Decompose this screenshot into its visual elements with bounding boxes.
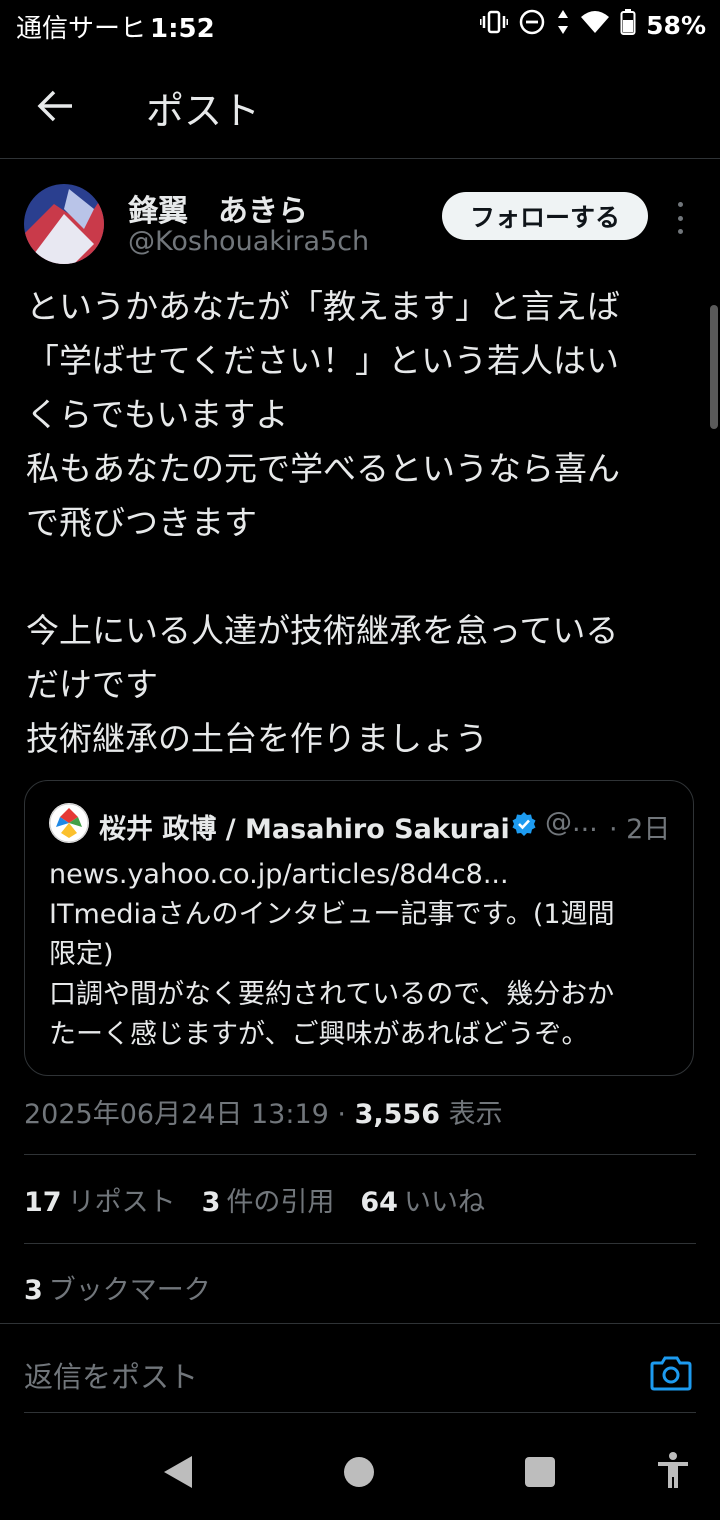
likes-stat[interactable]: 64 いいね <box>360 1180 485 1219</box>
nav-back-button[interactable] <box>162 1455 194 1493</box>
post-line: 技術継承の土台を作りましょう <box>26 719 488 758</box>
post-meta: 2025年06月24日 13:19 · 3,556 表示 <box>24 1092 503 1131</box>
status-bar: 通信サーヒ 1:52 58% <box>0 0 720 52</box>
engagement-stats: 17 リポスト 3 件の引用 64 いいね <box>24 1180 485 1219</box>
triangle-back-icon <box>164 1456 192 1488</box>
clock: 1:52 <box>150 14 215 44</box>
system-navigation-bar <box>0 1415 720 1520</box>
do-not-disturb-icon <box>518 8 546 42</box>
quoted-line: 口調や間がなく要約されているので、幾分おか <box>49 979 615 1010</box>
status-left: 通信サーヒ 1:52 <box>16 8 215 45</box>
quoted-line: たーく感じますが、ご興味があればどうぞ。 <box>49 1019 589 1050</box>
post-line: で飛びつきます <box>26 503 257 542</box>
divider <box>0 1323 720 1324</box>
reposts-count: 17 <box>24 1187 62 1218</box>
battery-percent: 58% <box>646 10 706 40</box>
wifi-icon <box>580 9 610 41</box>
more-options-icon[interactable] <box>668 200 692 236</box>
quoted-post-card[interactable]: 桜井 政博 / Masahiro Sakurai @... · 2日 news.… <box>24 780 694 1076</box>
status-right: 58% <box>479 8 706 42</box>
reposts-label: リポスト <box>67 1187 176 1218</box>
follow-button[interactable]: フォローする <box>442 192 648 240</box>
quotes-label: 件の引用 <box>226 1187 335 1218</box>
post-line: 私もあなたの元で学べるというなら喜ん <box>26 449 620 488</box>
quoted-post-text: news.yahoo.co.jp/articles/8d4c8... ITmed… <box>49 855 679 1055</box>
reply-input[interactable]: 返信をポスト <box>24 1354 198 1396</box>
divider <box>24 1243 696 1244</box>
accessibility-button[interactable] <box>656 1451 690 1493</box>
vibrate-icon <box>479 9 509 41</box>
page-title: ポスト <box>146 89 261 133</box>
quotes-stat[interactable]: 3 件の引用 <box>202 1180 335 1219</box>
quoted-line: 限定) <box>49 939 114 970</box>
quotes-count: 3 <box>201 1187 221 1218</box>
verified-badge-icon <box>511 811 537 837</box>
quoted-post-time: · 2日 <box>609 814 671 845</box>
back-button[interactable] <box>34 84 78 128</box>
bookmarks-stat[interactable]: 3 ブックマーク <box>24 1268 211 1307</box>
reposts-stat[interactable]: 17 リポスト <box>24 1180 176 1219</box>
camera-icon <box>650 1356 692 1391</box>
post-line: というかあなたが「教えます」と言えば <box>26 287 620 326</box>
bookmarks-count: 3 <box>24 1275 43 1306</box>
views-count: 3,556 <box>354 1099 440 1130</box>
scrollbar[interactable] <box>710 305 718 429</box>
author-handle[interactable]: @Koshouakira5ch <box>128 226 369 257</box>
views-label: 表示 <box>439 1099 503 1130</box>
nav-home-button[interactable] <box>344 1457 374 1487</box>
top-app-bar: ポスト <box>0 52 720 159</box>
camera-button[interactable] <box>650 1354 692 1392</box>
arrow-left-icon <box>37 90 72 122</box>
quoted-line: ITmediaさんのインタビュー記事です。(1週間 <box>49 899 615 930</box>
bookmarks-label: ブックマーク <box>48 1275 211 1306</box>
post-line: だけです <box>26 665 158 704</box>
quoted-author-handle: @... <box>545 807 598 838</box>
likes-count: 64 <box>360 1187 398 1218</box>
data-arrows-icon <box>556 8 570 42</box>
post-line: 「学ばせてください！」という若人はい <box>26 341 620 380</box>
battery-icon <box>620 8 636 42</box>
author-name[interactable]: 鋒翼 あきら <box>128 186 308 230</box>
quoted-line: news.yahoo.co.jp/articles/8d4c8... <box>49 859 509 890</box>
post-line: くらでもいますよ <box>26 395 289 434</box>
post-datetime: 2025年06月24日 13:19 · <box>24 1099 355 1130</box>
nav-recents-button[interactable] <box>525 1457 555 1487</box>
carrier-label: 通信サーヒ <box>16 14 147 44</box>
author-avatar[interactable] <box>24 184 104 264</box>
divider <box>24 1154 696 1155</box>
post-text: というかあなたが「教えます」と言えば 「学ばせてください！」という若人はい くら… <box>26 280 696 766</box>
quoted-author-name: 桜井 政博 / Masahiro Sakurai <box>99 814 510 845</box>
accessibility-icon <box>658 1452 688 1488</box>
post-line <box>26 550 696 604</box>
likes-label: いいね <box>403 1187 485 1218</box>
divider <box>24 1412 696 1413</box>
post-line: 今上にいる人達が技術継承を怠っている <box>26 611 619 650</box>
quoted-author-avatar <box>49 803 89 843</box>
